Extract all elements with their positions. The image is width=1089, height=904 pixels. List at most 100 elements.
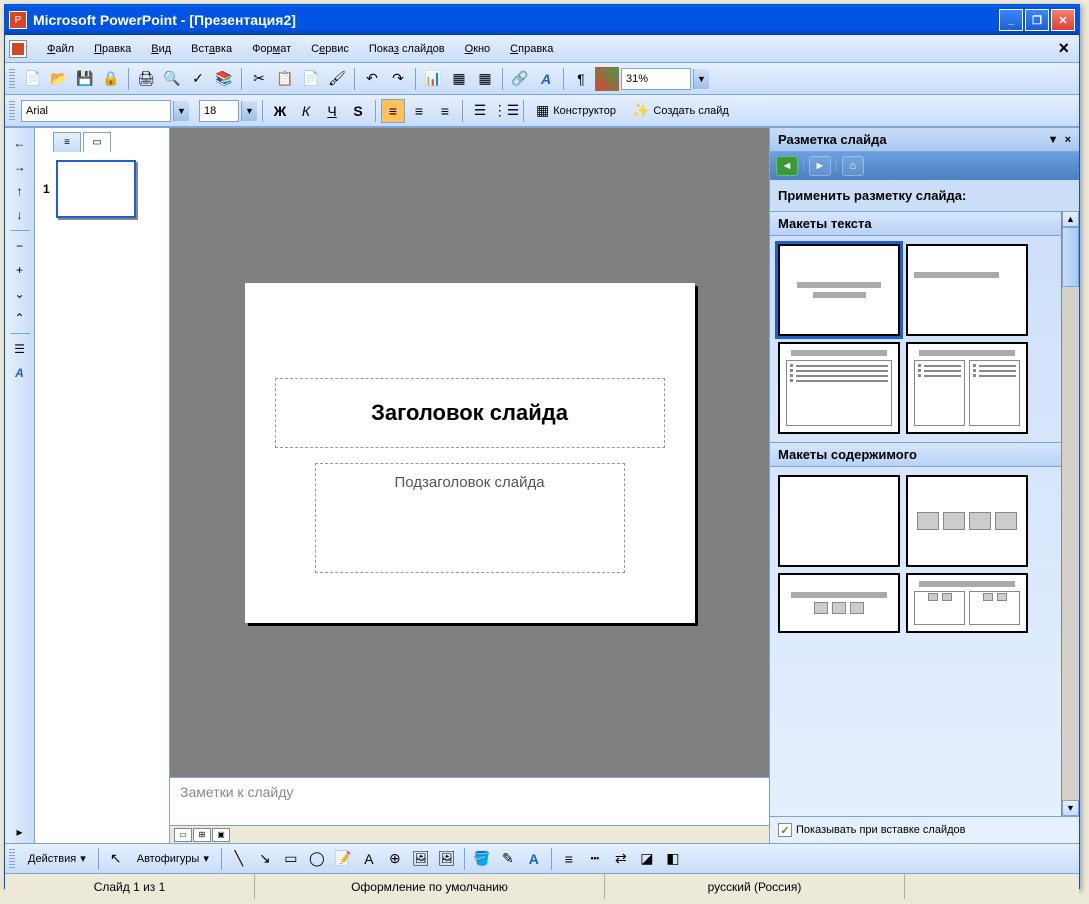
minimize-button[interactable]: _ — [999, 9, 1023, 31]
normal-view-button[interactable]: ▭ — [174, 828, 192, 842]
3d-style-icon[interactable]: ◧ — [661, 847, 685, 871]
bullets-icon[interactable]: ⋮☰ — [494, 99, 518, 123]
actions-menu[interactable]: Действия ▾ — [21, 847, 93, 871]
document-icon[interactable] — [9, 40, 27, 58]
layout-two-column-text[interactable] — [906, 342, 1028, 434]
new-slide-button[interactable]: ✨Создать слайд — [625, 99, 736, 123]
maximize-button[interactable]: ❐ — [1025, 9, 1049, 31]
font-name-combo[interactable]: Arial — [21, 100, 171, 122]
layout-title-content[interactable] — [778, 573, 900, 633]
preview-icon[interactable]: 🔍 — [160, 67, 184, 91]
clipart-icon[interactable]: 🖼 — [409, 847, 433, 871]
dash-style-icon[interactable]: ┅ — [583, 847, 607, 871]
cut-icon[interactable]: ✂ — [247, 67, 271, 91]
slide-editor[interactable]: Заголовок слайда Подзаголовок слайда — [170, 128, 769, 777]
task-pane-menu-button[interactable]: ▼ — [1048, 134, 1059, 146]
promote-icon[interactable]: ← — [9, 132, 31, 154]
numbering-icon[interactable]: ☰ — [468, 99, 492, 123]
toolbar-grip[interactable] — [9, 101, 15, 121]
menu-file[interactable]: Файл — [37, 39, 84, 59]
oval-icon[interactable]: ◯ — [305, 847, 329, 871]
undo-icon[interactable]: ↶ — [360, 67, 384, 91]
layout-content[interactable] — [906, 475, 1028, 567]
title-placeholder[interactable]: Заголовок слайда — [275, 378, 665, 448]
subtitle-placeholder[interactable]: Подзаголовок слайда — [315, 463, 625, 573]
align-left-icon[interactable]: ≡ — [381, 99, 405, 123]
copy-icon[interactable]: 📋 — [273, 67, 297, 91]
title-bar[interactable]: P Microsoft PowerPoint - [Презентация2] … — [5, 5, 1079, 35]
sorter-view-button[interactable]: ⊞ — [193, 828, 211, 842]
design-button[interactable]: ▦Конструктор — [529, 99, 623, 123]
layout-title-only[interactable] — [906, 244, 1028, 336]
menu-insert[interactable]: Вставка — [181, 39, 242, 59]
save-icon[interactable]: 💾 — [73, 67, 97, 91]
menu-window[interactable]: Окно — [455, 39, 501, 59]
collapse-all-icon[interactable]: ⌄ — [9, 283, 31, 305]
scroll-thumb[interactable] — [1062, 227, 1079, 287]
bold-icon[interactable]: Ж — [268, 99, 292, 123]
expand-all-icon[interactable]: ⌃ — [9, 307, 31, 329]
show-format-icon[interactable]: A — [9, 362, 31, 384]
new-icon[interactable]: 📄 — [21, 67, 45, 91]
show-formatting-icon[interactable]: ¶ — [569, 67, 593, 91]
nav-home-icon[interactable]: ⌂ — [842, 156, 864, 176]
scroll-up-button[interactable]: ▲ — [1062, 211, 1079, 227]
line-icon[interactable]: ╲ — [227, 847, 251, 871]
task-pane-close-button[interactable]: × — [1065, 134, 1071, 146]
expand-icon[interactable]: A — [534, 67, 558, 91]
slide-thumbnail[interactable] — [56, 160, 136, 218]
scroll-down-button[interactable]: ▼ — [1062, 800, 1079, 816]
font-size-combo[interactable]: 18 — [199, 100, 239, 122]
rectangle-icon[interactable]: ▭ — [279, 847, 303, 871]
status-language[interactable]: русский (Россия) — [605, 874, 905, 899]
slides-tab[interactable]: ▭ — [83, 132, 111, 152]
underline-icon[interactable]: Ч — [320, 99, 344, 123]
line-color-icon[interactable]: ✎ — [496, 847, 520, 871]
summary-icon[interactable]: ☰ — [9, 338, 31, 360]
move-up-icon[interactable]: ↑ — [9, 180, 31, 202]
arrow-icon[interactable]: ↘ — [253, 847, 277, 871]
shadow-icon[interactable]: S — [346, 99, 370, 123]
menu-view[interactable]: Вид — [141, 39, 181, 59]
slide-canvas[interactable]: Заголовок слайда Подзаголовок слайда — [245, 283, 695, 623]
slideshow-view-button[interactable]: ▣ — [212, 828, 230, 842]
zoom-combo[interactable]: 31% — [621, 68, 691, 90]
spellcheck-icon[interactable]: ✓ — [186, 67, 210, 91]
toolbar-grip[interactable] — [9, 849, 15, 869]
outline-tab[interactable]: ≡ — [53, 132, 81, 152]
menu-slideshow[interactable]: Показ слайдов — [359, 39, 455, 59]
italic-icon[interactable]: К — [294, 99, 318, 123]
nav-back-icon[interactable]: ◄ — [776, 156, 798, 176]
font-color-icon[interactable]: A — [522, 847, 546, 871]
print-icon[interactable]: 🖨 — [134, 67, 158, 91]
wordart-icon[interactable]: A — [357, 847, 381, 871]
open-icon[interactable]: 📂 — [47, 67, 71, 91]
line-style-icon[interactable]: ≡ — [557, 847, 581, 871]
select-icon[interactable]: ↖ — [104, 847, 128, 871]
textbox-icon[interactable]: 📝 — [331, 847, 355, 871]
notes-pane[interactable]: Заметки к слайду — [170, 777, 769, 825]
hyperlink-icon[interactable]: 🔗 — [508, 67, 532, 91]
task-pane-scrollbar[interactable]: ▲ ▼ — [1061, 211, 1079, 816]
move-down-icon[interactable]: ↓ — [9, 204, 31, 226]
paste-icon[interactable]: 📄 — [299, 67, 323, 91]
table-icon[interactable]: ▦ — [447, 67, 471, 91]
layout-title-two-content[interactable] — [906, 573, 1028, 633]
expand-icon[interactable]: + — [9, 259, 31, 281]
layout-title-text[interactable] — [778, 342, 900, 434]
permission-icon[interactable]: 🔒 — [99, 67, 123, 91]
font-name-dropdown[interactable]: ▼ — [173, 101, 189, 121]
redo-icon[interactable]: ↷ — [386, 67, 410, 91]
picture-icon[interactable]: 🖼 — [435, 847, 459, 871]
collapse-icon[interactable]: − — [9, 235, 31, 257]
color-icon[interactable] — [595, 67, 619, 91]
align-center-icon[interactable]: ≡ — [407, 99, 431, 123]
menu-edit[interactable]: Правка — [84, 39, 141, 59]
toolbar-options-icon[interactable]: ▸ — [9, 821, 31, 843]
close-button[interactable]: ✕ — [1051, 9, 1075, 31]
demote-icon[interactable]: → — [9, 156, 31, 178]
toolbar-grip[interactable] — [9, 69, 15, 89]
fill-color-icon[interactable]: 🪣 — [470, 847, 494, 871]
font-size-dropdown[interactable]: ▼ — [241, 101, 257, 121]
format-painter-icon[interactable]: 🖌 — [325, 67, 349, 91]
